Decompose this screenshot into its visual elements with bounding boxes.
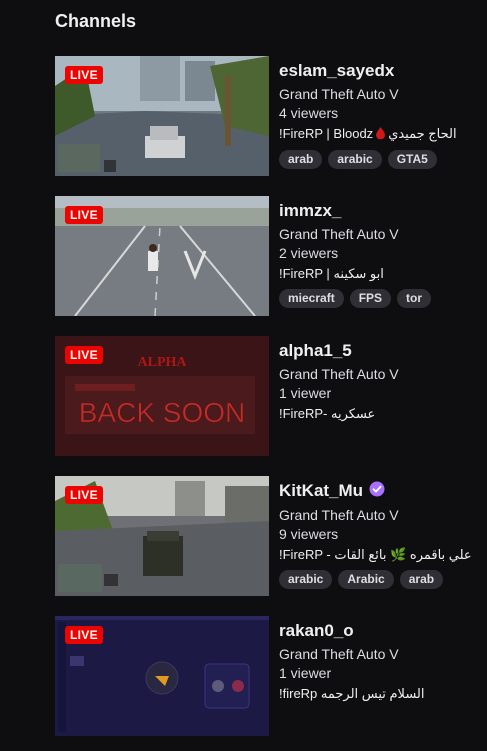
tag[interactable]: arab (399, 569, 444, 589)
stream-thumbnail[interactable]: ALPHA BACK SOON LIVE (55, 336, 269, 456)
stream-title: !FireRP- عسكريه (279, 406, 376, 421)
stream-title: !FireRP - علي باقمره 🌿 بائع القات (279, 546, 472, 562)
tag[interactable]: arabic (279, 569, 333, 589)
live-badge: LIVE (65, 486, 103, 504)
viewer-count: 2 viewers (279, 245, 339, 261)
game-link[interactable]: Grand Theft Auto V (279, 645, 475, 663)
stream-thumbnail[interactable]: LIVE (55, 476, 269, 596)
thumb-logo-text: ALPHA (138, 355, 188, 370)
tag[interactable]: tor (397, 289, 432, 308)
stream-title: !FireRP | ابو سكينه (279, 266, 384, 281)
channel-name[interactable]: immzx_ (279, 200, 475, 222)
live-badge: LIVE (65, 346, 103, 364)
channel-card[interactable]: LIVE immzx_ Grand Theft Auto V 2 viewers… (55, 196, 475, 316)
viewer-count: 1 viewer (279, 665, 332, 681)
tag[interactable]: FPS (349, 289, 392, 308)
tag[interactable]: miecraft (279, 289, 344, 308)
channel-card[interactable]: ALPHA BACK SOON LIVE alpha1_5 Grand Thef… (55, 336, 475, 456)
channel-name[interactable]: alpha1_5 (279, 340, 475, 362)
tag[interactable]: Arabic (338, 569, 394, 589)
viewer-count: 9 viewers (279, 525, 339, 542)
game-link[interactable]: Grand Theft Auto V (279, 365, 475, 383)
game-link[interactable]: Grand Theft Auto V (279, 506, 475, 524)
stream-title: !fireRp السلام تيس الرجمه (279, 686, 425, 701)
channel-name[interactable]: rakan0_o (279, 620, 475, 642)
live-badge: LIVE (65, 626, 103, 644)
verified-badge-icon (369, 481, 385, 503)
stream-thumbnail[interactable]: LIVE (55, 616, 269, 736)
live-badge: LIVE (65, 206, 103, 224)
channel-card[interactable]: LIVE rakan0_o Grand Theft Auto V 1 viewe… (55, 616, 475, 736)
viewer-count: 1 viewer (279, 385, 332, 401)
game-link[interactable]: Grand Theft Auto V (279, 225, 475, 243)
channel-name[interactable]: eslam_sayedx (279, 60, 475, 82)
game-link[interactable]: Grand Theft Auto V (279, 85, 475, 103)
stream-title: !FireRP | Bloodz الحاج جميدي (279, 125, 475, 144)
channel-card[interactable]: LIVE eslam_sayedx Grand Theft Auto V 4 v… (55, 56, 475, 176)
stream-thumbnail[interactable]: LIVE (55, 196, 269, 316)
section-heading: Channels (55, 11, 137, 31)
blood-drop-icon (376, 126, 386, 144)
channel-name[interactable]: KitKat_Mu (279, 480, 475, 503)
channel-card[interactable]: LIVE KitKat_Mu Grand Theft Auto V 9 view… (55, 476, 475, 596)
tag[interactable]: GTA5 (387, 149, 437, 169)
viewer-count: 4 viewers (279, 105, 339, 121)
stream-thumbnail[interactable]: LIVE (55, 56, 269, 176)
live-badge: LIVE (65, 66, 103, 84)
tag[interactable]: arab (279, 149, 323, 169)
tag[interactable]: arabic (328, 149, 382, 169)
thumb-banner-text: BACK SOON (79, 397, 245, 428)
